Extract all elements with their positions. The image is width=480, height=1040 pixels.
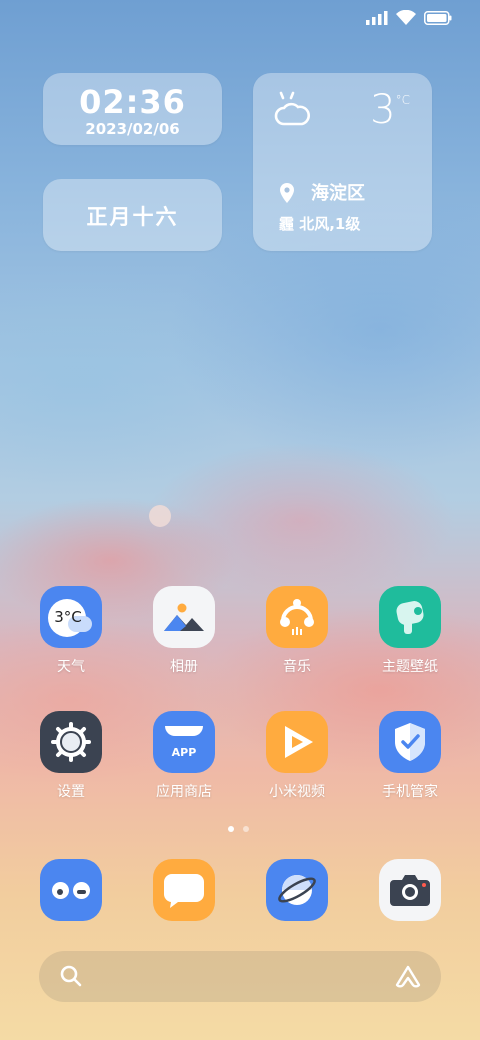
- app-label-weather: 天气: [57, 659, 85, 675]
- weather-location: 海淀区: [311, 183, 365, 204]
- page-dot-1[interactable]: [228, 826, 234, 832]
- app-store[interactable]: APP 应用商店: [134, 711, 234, 801]
- video-icon: [266, 711, 328, 773]
- search-icon[interactable]: [60, 965, 82, 987]
- app-weather[interactable]: 3°C 天气: [21, 586, 121, 676]
- clock-widget[interactable]: 02:36 2023/02/06: [43, 73, 222, 145]
- wallpaper-orb: [149, 505, 171, 527]
- app-label-security: 手机管家: [382, 784, 438, 800]
- temperature: 3°C: [370, 87, 410, 133]
- temperature-unit: °C: [395, 93, 410, 107]
- messages-icon: [153, 859, 215, 921]
- app-store-icon-text: APP: [171, 745, 197, 759]
- signal-icon: [366, 10, 388, 25]
- clock-date: 2023/02/06: [85, 120, 180, 138]
- app-label-gallery: 相册: [170, 659, 198, 675]
- cloudy-icon: [274, 91, 311, 126]
- phone-icon: [40, 859, 102, 921]
- wifi-icon: [396, 10, 416, 25]
- gallery-icon: [153, 586, 215, 648]
- settings-icon: [40, 711, 102, 773]
- clock-time: 02:36: [79, 83, 186, 121]
- app-label-music: 音乐: [283, 659, 311, 675]
- weather-widget[interactable]: 3°C 海淀区 霾 北风,1级: [253, 73, 432, 251]
- app-label-settings: 设置: [57, 784, 85, 800]
- lunar-date-text: 正月十六: [86, 205, 179, 229]
- page-indicator[interactable]: [228, 826, 249, 832]
- assistant-icon[interactable]: [394, 964, 422, 988]
- dock-messages[interactable]: [134, 859, 234, 921]
- app-music[interactable]: 音乐: [247, 586, 347, 676]
- app-security[interactable]: 手机管家: [360, 711, 460, 801]
- security-icon: [379, 711, 441, 773]
- app-video[interactable]: 小米视频: [247, 711, 347, 801]
- lunar-date-widget[interactable]: 正月十六: [43, 179, 222, 251]
- browser-icon: [266, 859, 328, 921]
- app-label-app-store: 应用商店: [156, 784, 212, 800]
- dock-browser[interactable]: [247, 859, 347, 921]
- battery-icon: [424, 10, 452, 25]
- app-gallery[interactable]: 相册: [134, 586, 234, 676]
- app-store-icon: APP: [153, 711, 215, 773]
- dock-camera[interactable]: [360, 859, 460, 921]
- weather-app-icon-temp: 3°C: [54, 608, 82, 626]
- app-settings[interactable]: 设置: [21, 711, 121, 801]
- temperature-value: 3: [370, 87, 396, 133]
- search-bar[interactable]: [39, 951, 441, 1002]
- themes-icon: [379, 586, 441, 648]
- music-icon: [266, 586, 328, 648]
- page-dot-2[interactable]: [243, 826, 249, 832]
- app-themes[interactable]: 主题壁纸: [360, 586, 460, 676]
- weather-app-icon: 3°C: [40, 586, 102, 648]
- app-label-themes: 主题壁纸: [382, 659, 438, 675]
- app-label-video: 小米视频: [269, 784, 325, 800]
- camera-icon: [379, 859, 441, 921]
- location-pin-icon: [280, 183, 294, 203]
- status-bar: [366, 10, 452, 25]
- dock-phone[interactable]: [21, 859, 121, 921]
- weather-condition: 霾 北风,1级: [279, 215, 361, 233]
